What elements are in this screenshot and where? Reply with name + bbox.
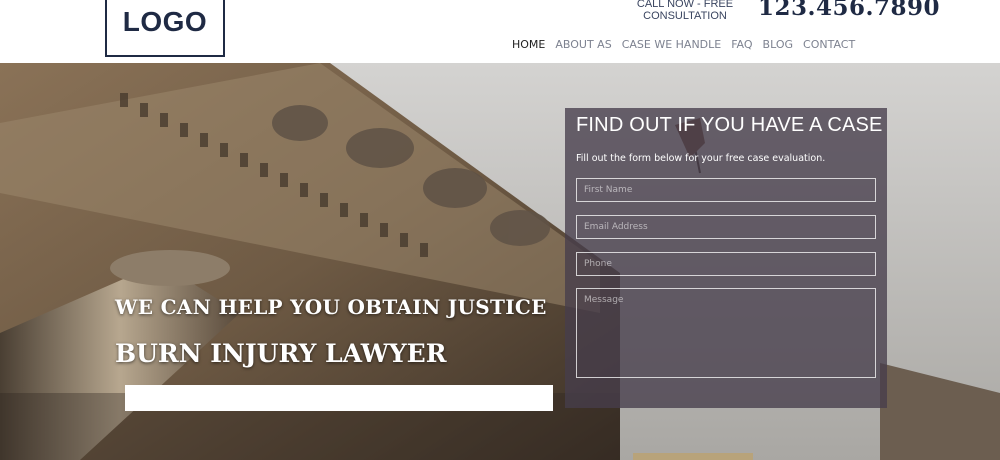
submit-button[interactable] [633, 453, 753, 460]
logo-text: LOGO [122, 6, 208, 37]
email-field[interactable] [576, 215, 876, 239]
call-now-text: CALL NOW - FREE CONSULTATION [636, 0, 734, 22]
form-subtitle: Fill out the form below for your free ca… [576, 153, 826, 164]
form-title: FIND OUT IF YOU HAVE A CASE [576, 114, 883, 136]
nav-item-about[interactable]: ABOUT AS [555, 38, 611, 51]
phone-number[interactable]: 123.456.7890 [758, 0, 940, 21]
phone-field[interactable] [576, 252, 876, 276]
main-nav: HOME ABOUT AS CASE WE HANDLE FAQ BLOG CO… [512, 38, 865, 51]
nav-item-home[interactable]: HOME [512, 38, 545, 51]
site-header: LOGO CALL NOW - FREE CONSULTATION 123.45… [0, 0, 1000, 63]
nav-item-blog[interactable]: BLOG [763, 38, 793, 51]
hero-tagline: WE CAN HELP YOU OBTAIN JUSTICE [115, 295, 547, 319]
hero-headline: BURN INJURY LAWYER [115, 339, 447, 368]
logo[interactable]: LOGO [105, 0, 225, 57]
first-name-field[interactable] [576, 178, 876, 202]
nav-item-faq[interactable]: FAQ [731, 38, 752, 51]
hero-cta-bar[interactable] [125, 385, 553, 411]
nav-item-cases[interactable]: CASE WE HANDLE [622, 38, 722, 51]
case-evaluation-form: FIND OUT IF YOU HAVE A CASE Fill out the… [565, 108, 887, 408]
message-field[interactable] [576, 288, 876, 378]
nav-item-contact[interactable]: CONTACT [803, 38, 855, 51]
